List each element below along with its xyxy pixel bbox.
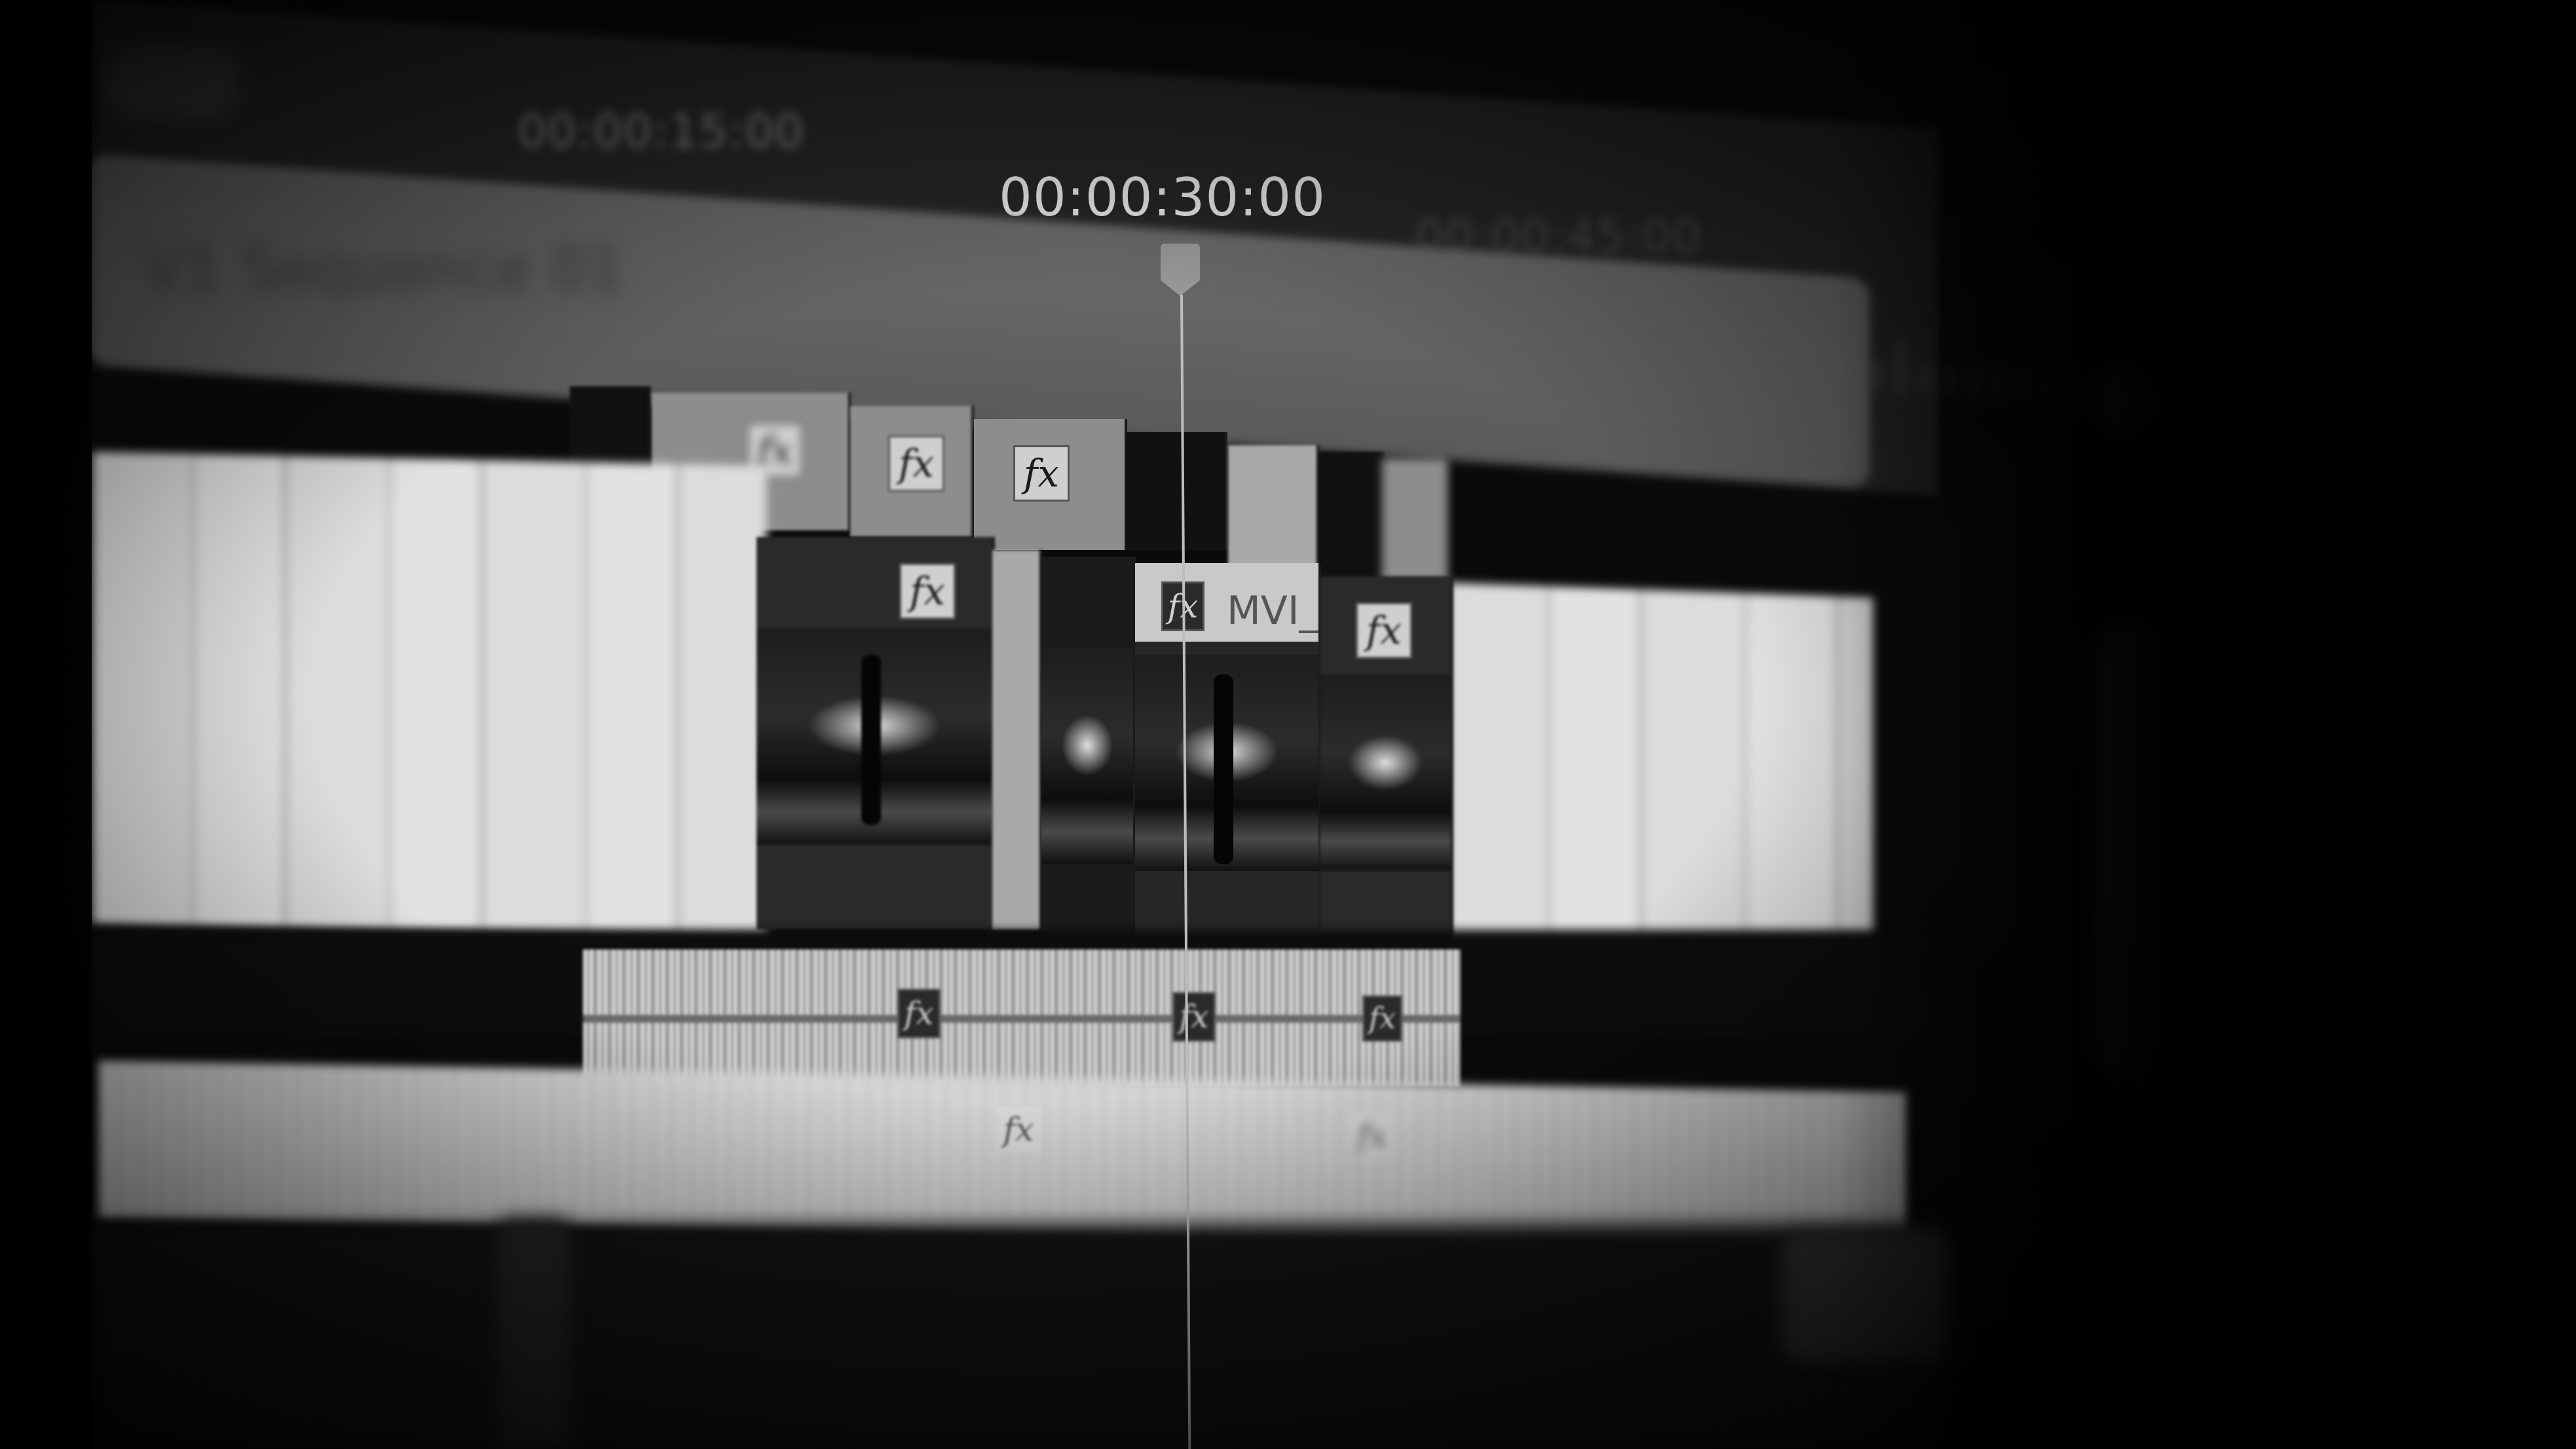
- ruler-tick: [1899, 342, 1903, 395]
- fx-badge-icon[interactable]: fx: [1356, 602, 1412, 659]
- audio-centerline: [583, 1015, 1461, 1023]
- thumbnail-figure: [861, 655, 881, 825]
- clip-name-label: MVI_: [1227, 588, 1319, 634]
- audio-track-a2[interactable]: [98, 1061, 1906, 1250]
- video-clip-b[interactable]: [1041, 557, 1136, 949]
- fx-badge-icon[interactable]: fx: [1172, 992, 1216, 1042]
- audio-track-a1[interactable]: fx fx fx: [583, 949, 1461, 1087]
- track-v3-clip-2[interactable]: fx: [850, 406, 974, 537]
- scrollbar-handle[interactable]: [498, 1218, 570, 1449]
- track-v1-clip-left[interactable]: [92, 452, 766, 938]
- panel-label: [2161, 308, 2305, 373]
- video-clip-a[interactable]: fx: [756, 537, 995, 930]
- side-panel: [1939, 0, 2576, 1449]
- track-v3-gap: [1127, 432, 1227, 550]
- clip-thumbnail: [1320, 674, 1451, 871]
- thumbnail-figure: [1214, 674, 1233, 864]
- fx-badge-icon[interactable]: fx: [1013, 445, 1070, 502]
- video-clip-mvi[interactable]: fx MVI_: [1135, 563, 1321, 956]
- volume-slider[interactable]: [2096, 622, 2175, 1080]
- track-v3-gap: [1320, 452, 1385, 576]
- fx-badge-icon[interactable]: fx: [1349, 1113, 1395, 1159]
- monitor-bezel: [0, 0, 92, 1449]
- panel-button[interactable]: [2096, 367, 2161, 432]
- timecode-15s: 00:00:15:00: [517, 105, 805, 158]
- fx-badge-icon[interactable]: fx: [888, 435, 944, 492]
- fx-badge-icon[interactable]: fx: [996, 1107, 1041, 1152]
- fx-badge-icon[interactable]: fx: [899, 563, 956, 619]
- clip-thumbnail: [1041, 648, 1133, 864]
- track-v3-clip-4[interactable]: [1228, 445, 1319, 570]
- track-v3-clip-5[interactable]: [1382, 458, 1450, 583]
- fx-badge-icon[interactable]: fx: [1362, 995, 1402, 1042]
- clip-transition[interactable]: [992, 550, 1042, 930]
- timecode-30s: 00:00:30:00: [999, 167, 1326, 228]
- timeline-bottom-panel: [92, 1224, 1939, 1449]
- fx-badge-icon[interactable]: fx: [897, 989, 941, 1038]
- track-controls[interactable]: [1782, 1231, 1952, 1362]
- track-v3-clip-3[interactable]: fx: [974, 419, 1127, 550]
- video-clip-c[interactable]: fx: [1320, 576, 1453, 956]
- ruler-tick: [1924, 363, 1928, 394]
- ruler-tick: [1875, 360, 1878, 390]
- premiere-timeline-photo: 00:00:15:00 00:00:30:00 00:00:45:00 V1 S…: [0, 0, 2576, 1449]
- sequence-label: V1 Sequence 01: [144, 236, 625, 304]
